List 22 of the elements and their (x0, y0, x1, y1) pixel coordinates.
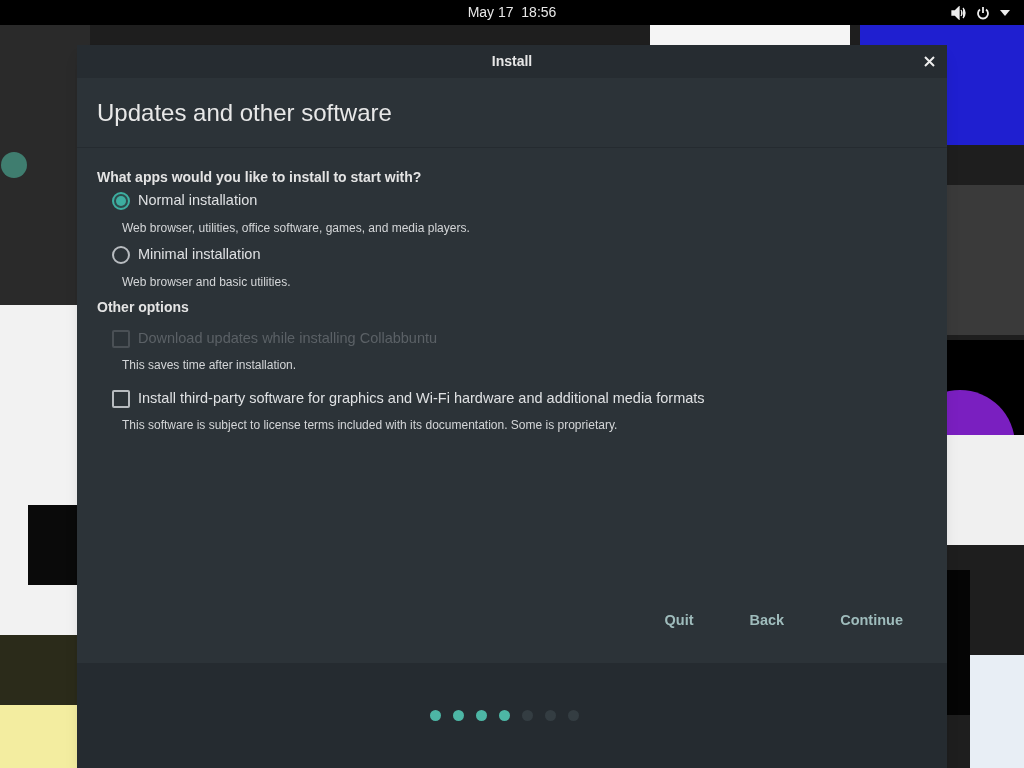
dialog-button[interactable]: Continue (834, 606, 909, 636)
option-label[interactable]: Minimal installation (138, 244, 261, 266)
option-description: Web browser and basic utilities. (121, 274, 292, 291)
radio-button[interactable] (112, 246, 130, 264)
window-title: Install (491, 52, 533, 71)
clock[interactable]: May 17 18:56 (467, 2, 557, 23)
speaker-icon[interactable] (951, 5, 966, 20)
page-heading: Updates and other software (97, 97, 392, 128)
section-heading: Other options (97, 298, 190, 317)
option-label[interactable]: Install third-party software for graphics and Wi-Fi hardware and additional media formats (138, 388, 705, 410)
option-label[interactable]: Normal installation (138, 190, 258, 212)
option-description: This software is subject to license terms included with its documentation. Some is proprietary. (121, 417, 619, 434)
radio-button[interactable] (112, 192, 130, 210)
option-description: This saves time after installation. (121, 357, 298, 374)
close-icon[interactable] (924, 56, 935, 67)
option-description: Web browser, utilities, office software, games, and media players. (121, 220, 471, 237)
power-icon[interactable] (976, 5, 990, 20)
dialog-button[interactable]: Back (743, 606, 791, 636)
caret-icon[interactable] (1000, 9, 1010, 16)
section-heading: What apps would you like to install to start with? (97, 168, 423, 187)
dialog-button[interactable]: Quit (658, 606, 700, 636)
checkbox[interactable] (112, 390, 130, 408)
